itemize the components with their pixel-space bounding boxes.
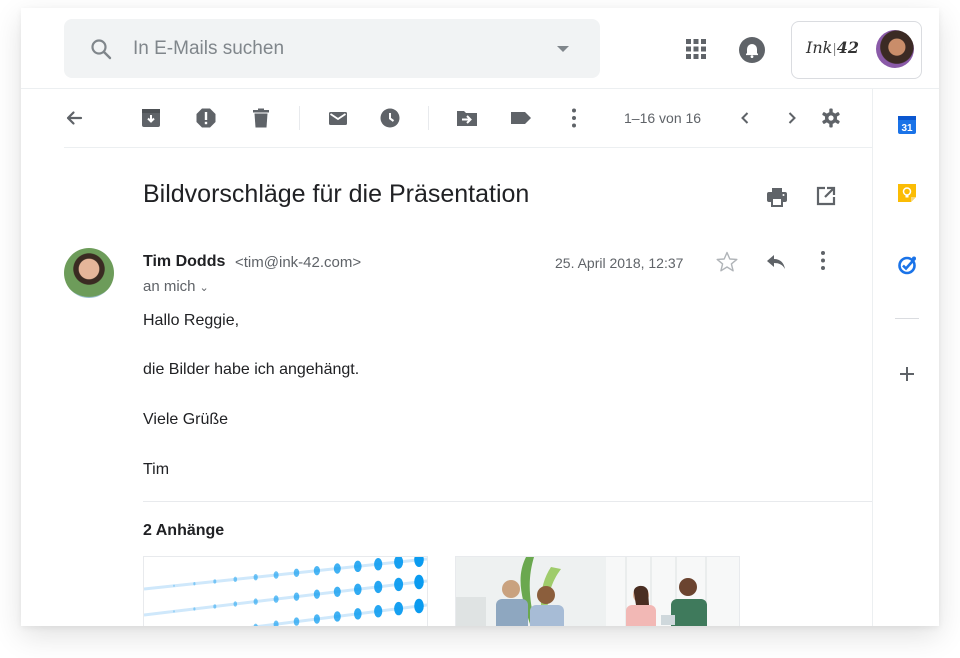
print-icon[interactable] bbox=[766, 186, 788, 208]
attachments-divider bbox=[143, 501, 872, 502]
more-vert-icon[interactable] bbox=[564, 108, 584, 128]
logo-text-right: 42 bbox=[836, 38, 859, 57]
blue-dot bbox=[173, 610, 175, 613]
star-outline-icon[interactable] bbox=[715, 250, 739, 274]
attachments-title: 2 Anhänge bbox=[143, 522, 225, 539]
blue-dot bbox=[253, 598, 258, 605]
sender-avatar[interactable] bbox=[64, 248, 114, 298]
blue-dots-graphic bbox=[144, 557, 427, 626]
side-panel: 31 bbox=[872, 88, 939, 626]
blue-dot bbox=[414, 598, 424, 614]
tasks-icon[interactable] bbox=[897, 255, 917, 275]
mail-icon[interactable] bbox=[328, 108, 348, 128]
email-subject: Bildvorschläge für die Präsentation bbox=[143, 180, 530, 208]
blue-dot bbox=[414, 574, 424, 590]
dot-trail-line bbox=[144, 557, 427, 591]
office-meeting-graphic bbox=[456, 557, 739, 626]
recipient-details[interactable]: an mich ⌄ bbox=[143, 278, 209, 295]
logo-text-left: Ink bbox=[806, 38, 833, 57]
blue-dot bbox=[394, 577, 404, 592]
side-panel-divider bbox=[895, 318, 919, 319]
blue-dot bbox=[313, 589, 320, 599]
email-date: 25. April 2018, 12:37 bbox=[555, 255, 684, 271]
blue-dot bbox=[193, 582, 196, 586]
gear-icon[interactable] bbox=[821, 108, 841, 128]
blue-dot bbox=[273, 595, 279, 603]
blue-dot bbox=[374, 580, 383, 594]
body-greeting: Hallo Reggie, bbox=[143, 312, 240, 329]
label-icon[interactable] bbox=[510, 108, 531, 128]
report-icon[interactable] bbox=[196, 108, 216, 128]
search-icon[interactable] bbox=[89, 37, 113, 61]
blue-dot bbox=[253, 623, 258, 626]
chevron-right-icon[interactable] bbox=[782, 108, 802, 128]
more-vert-icon[interactable] bbox=[813, 250, 833, 272]
search-input[interactable]: In E-Mails suchen bbox=[133, 38, 284, 60]
blue-dot bbox=[293, 592, 300, 601]
calendar-date: 31 bbox=[901, 123, 913, 134]
blue-dot bbox=[253, 574, 258, 581]
chevron-left-icon[interactable] bbox=[735, 108, 755, 128]
top-bar: In E-Mails suchen Ink|42 bbox=[21, 8, 939, 89]
blue-dot bbox=[313, 614, 320, 624]
open-in-new-icon[interactable] bbox=[816, 186, 836, 206]
dot-trail-line bbox=[250, 603, 427, 626]
blue-dot bbox=[374, 558, 383, 571]
bell-icon[interactable] bbox=[739, 37, 765, 63]
apps-grid-icon[interactable] bbox=[686, 39, 706, 59]
body-closing: Viele Grüße bbox=[143, 411, 229, 428]
caret-down-icon[interactable] bbox=[557, 46, 569, 52]
toolbar-divider bbox=[428, 106, 429, 130]
blue-dot bbox=[354, 583, 362, 595]
blue-dot bbox=[233, 576, 238, 582]
trash-icon[interactable] bbox=[251, 108, 271, 128]
gmail-window: In E-Mails suchen Ink|42 1–16 von 16 31 … bbox=[21, 8, 939, 626]
toolbar-divider bbox=[299, 106, 300, 130]
message-toolbar: 1–16 von 16 bbox=[64, 88, 872, 148]
reply-icon[interactable] bbox=[764, 250, 788, 274]
blue-dot bbox=[213, 604, 217, 609]
org-logo: Ink|42 bbox=[806, 38, 859, 57]
blue-dot bbox=[173, 584, 175, 587]
calendar-icon[interactable]: 31 bbox=[897, 115, 917, 135]
blue-dot bbox=[394, 557, 404, 569]
archive-icon[interactable] bbox=[141, 108, 161, 128]
body-signature: Tim bbox=[143, 461, 170, 478]
blue-dot bbox=[293, 568, 300, 577]
blue-dot bbox=[213, 579, 217, 584]
account-avatar[interactable] bbox=[876, 30, 914, 68]
recipient-label: an mich bbox=[143, 278, 196, 295]
sender-email: <tim@ink-42.com> bbox=[235, 254, 362, 271]
blue-dot bbox=[313, 566, 320, 576]
blue-dot bbox=[333, 611, 341, 622]
blue-dot bbox=[414, 557, 424, 567]
pager-count: 1–16 von 16 bbox=[624, 110, 702, 126]
body-text: die Bilder habe ich angehängt. bbox=[143, 361, 360, 378]
account-switcher[interactable]: Ink|42 bbox=[791, 21, 922, 79]
sender-name[interactable]: Tim Dodds bbox=[143, 253, 225, 271]
attachment-office-meeting-image[interactable] bbox=[455, 556, 740, 626]
arrow-left-icon[interactable] bbox=[64, 108, 84, 128]
blue-dot bbox=[233, 601, 238, 607]
blue-dot bbox=[374, 605, 383, 618]
attachment-blue-dots-image[interactable] bbox=[143, 556, 428, 626]
folder-move-icon[interactable] bbox=[456, 108, 477, 128]
blue-dot bbox=[354, 560, 362, 572]
keep-icon[interactable] bbox=[897, 183, 917, 203]
search-box[interactable]: In E-Mails suchen bbox=[64, 19, 600, 78]
blue-dot bbox=[394, 601, 404, 616]
chevron-down-icon[interactable]: ⌄ bbox=[200, 282, 209, 294]
blue-dot bbox=[273, 571, 279, 579]
blue-dot bbox=[354, 608, 362, 620]
blue-dot bbox=[333, 586, 341, 597]
blue-dot bbox=[193, 607, 196, 611]
blue-dot bbox=[333, 563, 341, 574]
clock-icon[interactable] bbox=[380, 108, 400, 128]
blue-dot bbox=[293, 617, 300, 626]
blue-dot bbox=[273, 620, 279, 626]
plus-icon[interactable] bbox=[897, 364, 917, 384]
